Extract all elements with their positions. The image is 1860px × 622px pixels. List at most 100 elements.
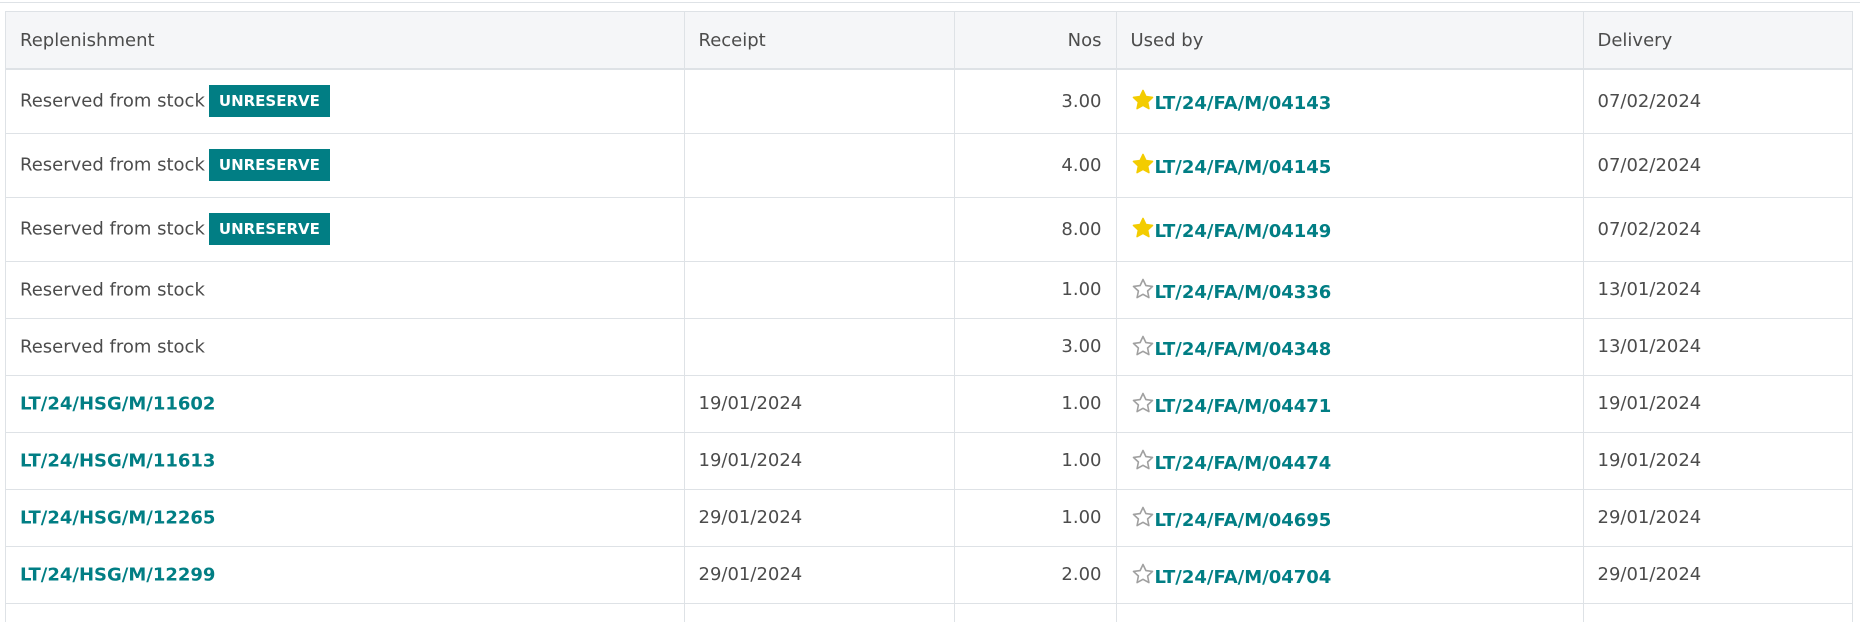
cell-delivery: 07/02/2024 (1583, 197, 1852, 262)
column-header-replenishment[interactable]: Replenishment (6, 12, 685, 70)
cell-used-by: LT/24/FA/M/04336 (1116, 261, 1584, 319)
star-filled-icon[interactable] (1131, 216, 1155, 240)
cell-receipt: 19/01/2024 (684, 375, 955, 433)
empty-cell (684, 603, 955, 622)
table-row[interactable]: LT/24/HSG/M/11602 19/01/2024 1.00 LT/24/FA/… (6, 375, 1852, 433)
used-by-link[interactable]: LT/24/FA/M/04143 (1155, 93, 1332, 114)
used-by-link[interactable]: LT/24/FA/M/04336 (1155, 282, 1332, 303)
star-outline-icon[interactable] (1131, 277, 1155, 301)
replenishment-link[interactable]: LT/24/HSG/M/12299 (20, 564, 215, 585)
unreserve-button[interactable]: UNRESERVE (208, 213, 330, 245)
cell-nos: 4.00 (954, 133, 1117, 198)
cell-used-by: LT/24/FA/M/04145 (1116, 133, 1584, 198)
top-divider (0, 2, 1860, 3)
used-by-link[interactable]: LT/24/FA/M/04149 (1155, 221, 1332, 242)
cell-nos: 2.00 (954, 546, 1117, 604)
replenishment-label: Reserved from stock (20, 279, 205, 301)
header-row: Replenishment Receipt Nos Used by Delive… (6, 12, 1852, 70)
cell-nos: 1.00 (954, 375, 1117, 433)
replenishment-table: Replenishment Receipt Nos Used by Delive… (6, 12, 1852, 622)
cell-used-by: LT/24/FA/M/04474 (1116, 432, 1584, 490)
unreserve-button[interactable]: UNRESERVE (208, 85, 330, 118)
cell-delivery: 19/01/2024 (1583, 375, 1852, 433)
cell-receipt (684, 261, 955, 319)
cell-replenishment: LT/24/HSG/M/11613 (6, 432, 685, 490)
replenishment-label: Reserved from stock (20, 154, 205, 176)
column-header-receipt[interactable]: Receipt (684, 12, 955, 70)
empty-cell (954, 603, 1117, 622)
cell-nos: 3.00 (954, 69, 1117, 134)
cell-used-by: LT/24/FA/M/04704 (1116, 546, 1584, 604)
empty-cell (6, 603, 685, 622)
unreserve-button[interactable]: UNRESERVE (208, 149, 330, 181)
empty-cell (1583, 603, 1852, 622)
star-filled-icon[interactable] (1131, 88, 1155, 112)
cell-nos: 1.00 (954, 432, 1117, 490)
replenishment-label: Reserved from stock (20, 336, 205, 358)
table-row[interactable]: Reserved from stock UNRESERVE 3.00 LT/24/FA… (6, 69, 1852, 134)
cell-replenishment: LT/24/HSG/M/12265 (6, 489, 685, 547)
star-filled-icon[interactable] (1131, 152, 1155, 176)
replenishment-label: Reserved from stock (20, 218, 205, 240)
cell-used-by: LT/24/FA/M/04471 (1116, 375, 1584, 433)
cell-nos: 3.00 (954, 318, 1117, 376)
replenishment-link[interactable]: LT/24/HSG/M/12265 (20, 507, 215, 528)
star-outline-icon[interactable] (1131, 562, 1155, 586)
table-row[interactable]: LT/24/HSG/M/11613 19/01/2024 1.00 LT/24/FA/… (6, 432, 1852, 490)
cell-delivery: 29/01/2024 (1583, 546, 1852, 604)
column-header-delivery[interactable]: Delivery (1583, 12, 1852, 70)
used-by-link[interactable]: LT/24/FA/M/04471 (1155, 396, 1332, 417)
cell-receipt (684, 197, 955, 262)
cell-receipt (684, 69, 955, 134)
used-by-link[interactable]: LT/24/FA/M/04474 (1155, 453, 1332, 474)
table-row[interactable]: Reserved from stock 3.00 LT/24/FA/M/04348 1… (6, 318, 1852, 376)
cell-delivery: 07/02/2024 (1583, 69, 1852, 134)
cell-receipt (684, 133, 955, 198)
cell-delivery: 13/01/2024 (1583, 261, 1852, 319)
empty-cell (1116, 603, 1584, 622)
cell-used-by: LT/24/FA/M/04695 (1116, 489, 1584, 547)
column-header-used-by[interactable]: Used by (1116, 12, 1584, 70)
star-outline-icon[interactable] (1131, 505, 1155, 529)
cell-replenishment: Reserved from stock (6, 318, 685, 376)
column-header-nos[interactable]: Nos (954, 12, 1117, 70)
table-row[interactable]: LT/24/HSG/M/12265 29/01/2024 1.00 LT/24/FA/… (6, 489, 1852, 547)
cell-used-by: LT/24/FA/M/04143 (1116, 69, 1584, 134)
table-header: Replenishment Receipt Nos Used by Delive… (6, 12, 1852, 70)
cell-nos: 1.00 (954, 489, 1117, 547)
star-outline-icon[interactable] (1131, 448, 1155, 472)
table-row[interactable]: Reserved from stock 1.00 LT/24/FA/M/04336 1… (6, 261, 1852, 319)
cell-used-by: LT/24/FA/M/04149 (1116, 197, 1584, 262)
cell-receipt: 19/01/2024 (684, 432, 955, 490)
cell-receipt: 29/01/2024 (684, 546, 955, 604)
cell-delivery: 29/01/2024 (1583, 489, 1852, 547)
table-row-partial (6, 603, 1852, 622)
cell-receipt (684, 318, 955, 376)
cell-receipt: 29/01/2024 (684, 489, 955, 547)
star-outline-icon[interactable] (1131, 391, 1155, 415)
report-table-container: Replenishment Receipt Nos Used by Delive… (5, 11, 1853, 622)
cell-delivery: 13/01/2024 (1583, 318, 1852, 376)
table-row[interactable]: Reserved from stock UNRESERVE 4.00 LT/24/FA… (6, 133, 1852, 198)
cell-replenishment: Reserved from stock UNRESERVE (6, 133, 685, 198)
cell-replenishment: LT/24/HSG/M/12299 (6, 546, 685, 604)
table-row[interactable]: LT/24/HSG/M/12299 29/01/2024 2.00 LT/24/FA/… (6, 546, 1852, 604)
used-by-link[interactable]: LT/24/FA/M/04348 (1155, 339, 1332, 360)
cell-used-by: LT/24/FA/M/04348 (1116, 318, 1584, 376)
cell-replenishment: Reserved from stock UNRESERVE (6, 197, 685, 262)
table-body: Reserved from stock UNRESERVE 3.00 LT/24/FA… (6, 69, 1852, 622)
cell-delivery: 19/01/2024 (1583, 432, 1852, 490)
star-outline-icon[interactable] (1131, 334, 1155, 358)
used-by-link[interactable]: LT/24/FA/M/04145 (1155, 157, 1332, 178)
cell-delivery: 07/02/2024 (1583, 133, 1852, 198)
replenishment-link[interactable]: LT/24/HSG/M/11613 (20, 450, 215, 471)
table-row[interactable]: Reserved from stock UNRESERVE 8.00 LT/24/FA… (6, 197, 1852, 262)
cell-replenishment: LT/24/HSG/M/11602 (6, 375, 685, 433)
cell-replenishment: Reserved from stock UNRESERVE (6, 69, 685, 134)
used-by-link[interactable]: LT/24/FA/M/04695 (1155, 510, 1332, 531)
used-by-link[interactable]: LT/24/FA/M/04704 (1155, 567, 1332, 588)
cell-replenishment: Reserved from stock (6, 261, 685, 319)
cell-nos: 8.00 (954, 197, 1117, 262)
cell-nos: 1.00 (954, 261, 1117, 319)
replenishment-link[interactable]: LT/24/HSG/M/11602 (20, 393, 215, 414)
